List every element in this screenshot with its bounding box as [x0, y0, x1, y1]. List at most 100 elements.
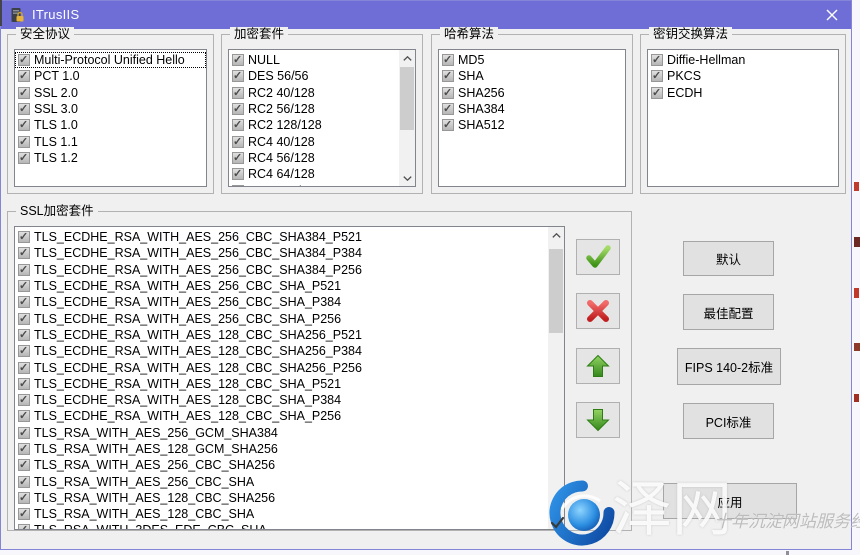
- protocol-list[interactable]: Multi-Protocol Unified Hello PCT 1.0 SSL…: [14, 49, 207, 187]
- checkbox-checked-icon[interactable]: [18, 280, 30, 292]
- ssl-suite-list-item[interactable]: TLS_ECDHE_RSA_WITH_AES_128_CBC_SHA_P256: [15, 408, 548, 424]
- checkbox-checked-icon[interactable]: [442, 70, 454, 82]
- cipher-list-item[interactable]: NULL: [229, 52, 399, 68]
- ssl-suite-list-item[interactable]: TLS_ECDHE_RSA_WITH_AES_128_CBC_SHA256_P5…: [15, 327, 548, 343]
- checkbox-checked-icon[interactable]: [18, 508, 30, 520]
- cipher-list-item[interactable]: RC4 128/128: [229, 182, 399, 186]
- checkbox-checked-icon[interactable]: [18, 524, 30, 529]
- checkbox-checked-icon[interactable]: [18, 70, 30, 82]
- ssl-suite-list-item[interactable]: TLS_ECDHE_RSA_WITH_AES_128_CBC_SHA256_P2…: [15, 359, 548, 375]
- checkbox-checked-icon[interactable]: [232, 70, 244, 82]
- checkbox-checked-icon[interactable]: [232, 168, 244, 180]
- checkbox-checked-icon[interactable]: [232, 119, 244, 131]
- checkbox-checked-icon[interactable]: [18, 119, 30, 131]
- cipher-list-item[interactable]: RC2 56/128: [229, 101, 399, 117]
- key-exchange-list[interactable]: Diffie-Hellman PKCS ECDH: [647, 49, 839, 187]
- cipher-list-item[interactable]: RC4 40/128: [229, 133, 399, 149]
- checkbox-checked-icon[interactable]: [232, 152, 244, 164]
- checkbox-checked-icon[interactable]: [18, 345, 30, 357]
- checkbox-checked-icon[interactable]: [18, 492, 30, 504]
- cipher-list-item[interactable]: RC2 128/128: [229, 117, 399, 133]
- checkbox-checked-icon[interactable]: [18, 378, 30, 390]
- checkbox-checked-icon[interactable]: [232, 136, 244, 148]
- scrollbar-thumb[interactable]: [549, 249, 563, 333]
- key-exchange-list-item[interactable]: ECDH: [648, 85, 838, 101]
- best-config-button[interactable]: 最佳配置: [683, 294, 774, 330]
- cipher-list[interactable]: NULL DES 56/56 RC2 40/128 RC2 56: [228, 49, 416, 187]
- cipher-list-scrollbar[interactable]: [399, 50, 415, 186]
- ssl-suite-list-item[interactable]: TLS_ECDHE_RSA_WITH_AES_256_CBC_SHA_P521: [15, 278, 548, 294]
- checkbox-checked-icon[interactable]: [651, 87, 663, 99]
- hash-list-item[interactable]: MD5: [439, 52, 625, 68]
- ssl-suite-list-item[interactable]: TLS_RSA_WITH_AES_256_GCM_SHA384: [15, 425, 548, 441]
- checkbox-checked-icon[interactable]: [18, 296, 30, 308]
- checkbox-checked-icon[interactable]: [18, 362, 30, 374]
- checkbox-checked-icon[interactable]: [18, 313, 30, 325]
- checkbox-checked-icon[interactable]: [18, 264, 30, 276]
- checkbox-checked-icon[interactable]: [18, 410, 30, 422]
- close-button[interactable]: [813, 1, 851, 29]
- protocol-list-item[interactable]: TLS 1.1: [15, 133, 206, 149]
- pci-standard-button[interactable]: PCI标准: [683, 403, 774, 439]
- checkbox-checked-icon[interactable]: [18, 231, 30, 243]
- scrollbar-up-icon[interactable]: [399, 50, 415, 66]
- checkbox-checked-icon[interactable]: [18, 476, 30, 488]
- checkbox-checked-icon[interactable]: [651, 54, 663, 66]
- cipher-list-item[interactable]: RC4 56/128: [229, 150, 399, 166]
- checkbox-checked-icon[interactable]: [18, 247, 30, 259]
- ssl-suite-list-item[interactable]: TLS_RSA_WITH_AES_128_CBC_SHA: [15, 506, 548, 522]
- cipher-list-item[interactable]: DES 56/56: [229, 68, 399, 84]
- hash-list-item[interactable]: SHA: [439, 68, 625, 84]
- hash-list-item[interactable]: SHA512: [439, 117, 625, 133]
- hash-list-item[interactable]: SHA384: [439, 101, 625, 117]
- checkbox-checked-icon[interactable]: [232, 54, 244, 66]
- checkbox-checked-icon[interactable]: [442, 103, 454, 115]
- protocol-list-item[interactable]: TLS 1.0: [15, 117, 206, 133]
- checkbox-checked-icon[interactable]: [232, 185, 244, 186]
- ssl-suite-list-item[interactable]: TLS_ECDHE_RSA_WITH_AES_256_CBC_SHA_P256: [15, 310, 548, 326]
- checkbox-checked-icon[interactable]: [18, 103, 30, 115]
- remove-button[interactable]: [576, 293, 620, 329]
- ssl-suite-list-item[interactable]: TLS_RSA_WITH_AES_128_CBC_SHA256: [15, 490, 548, 506]
- ssl-suite-list-item[interactable]: TLS_RSA_WITH_AES_128_GCM_SHA256: [15, 441, 548, 457]
- checkbox-checked-icon[interactable]: [18, 443, 30, 455]
- ssl-suite-list-item[interactable]: TLS_ECDHE_RSA_WITH_AES_256_CBC_SHA_P384: [15, 294, 548, 310]
- default-button[interactable]: 默认: [683, 241, 774, 276]
- ssl-suite-list-item[interactable]: TLS_RSA_WITH_AES_256_CBC_SHA256: [15, 457, 548, 473]
- ssl-suite-list-item[interactable]: TLS_RSA_WITH_AES_256_CBC_SHA: [15, 473, 548, 489]
- fips-standard-button[interactable]: FIPS 140-2标准: [677, 348, 781, 385]
- ssl-suite-list[interactable]: TLS_ECDHE_RSA_WITH_AES_256_CBC_SHA384_P5…: [14, 226, 565, 530]
- checkbox-checked-icon[interactable]: [232, 103, 244, 115]
- checkbox-checked-icon[interactable]: [651, 70, 663, 82]
- checkbox-checked-icon[interactable]: [442, 119, 454, 131]
- key-exchange-list-item[interactable]: PKCS: [648, 68, 838, 84]
- move-down-button[interactable]: [576, 402, 620, 438]
- checkbox-checked-icon[interactable]: [18, 329, 30, 341]
- checkbox-checked-icon[interactable]: [232, 87, 244, 99]
- key-exchange-list-item[interactable]: Diffie-Hellman: [648, 52, 838, 68]
- cipher-list-item[interactable]: RC4 64/128: [229, 166, 399, 182]
- checkbox-checked-icon[interactable]: [18, 427, 30, 439]
- ssl-suite-list-item[interactable]: TLS_ECDHE_RSA_WITH_AES_256_CBC_SHA384_P5…: [15, 229, 548, 245]
- hash-list-item[interactable]: SHA256: [439, 85, 625, 101]
- protocol-list-item[interactable]: SSL 2.0: [15, 85, 206, 101]
- checkbox-checked-icon[interactable]: [18, 87, 30, 99]
- hash-list[interactable]: MD5 SHA SHA256 SHA384: [438, 49, 626, 187]
- checkbox-checked-icon[interactable]: [442, 87, 454, 99]
- ssl-suite-list-item[interactable]: TLS_ECDHE_RSA_WITH_AES_128_CBC_SHA_P384: [15, 392, 548, 408]
- protocol-list-item[interactable]: SSL 3.0: [15, 101, 206, 117]
- checkbox-checked-icon[interactable]: [18, 459, 30, 471]
- ssl-suite-list-item[interactable]: TLS_ECDHE_RSA_WITH_AES_256_CBC_SHA384_P3…: [15, 245, 548, 261]
- checkbox-checked-icon[interactable]: [442, 54, 454, 66]
- ssl-suite-list-item[interactable]: TLS_RSA_WITH_3DES_EDE_CBC_SHA: [15, 522, 548, 529]
- checkbox-checked-icon[interactable]: [18, 136, 30, 148]
- protocol-list-item[interactable]: TLS 1.2: [15, 150, 206, 166]
- scrollbar-thumb[interactable]: [400, 67, 414, 130]
- approve-button[interactable]: [576, 239, 620, 275]
- move-up-button[interactable]: [576, 348, 620, 384]
- checkbox-checked-icon[interactable]: [18, 54, 30, 66]
- checkbox-checked-icon[interactable]: [18, 152, 30, 164]
- ssl-suite-list-item[interactable]: TLS_ECDHE_RSA_WITH_AES_128_CBC_SHA256_P3…: [15, 343, 548, 359]
- app-server-lock-icon[interactable]: [9, 7, 25, 23]
- ssl-suite-list-item[interactable]: TLS_ECDHE_RSA_WITH_AES_256_CBC_SHA384_P2…: [15, 262, 548, 278]
